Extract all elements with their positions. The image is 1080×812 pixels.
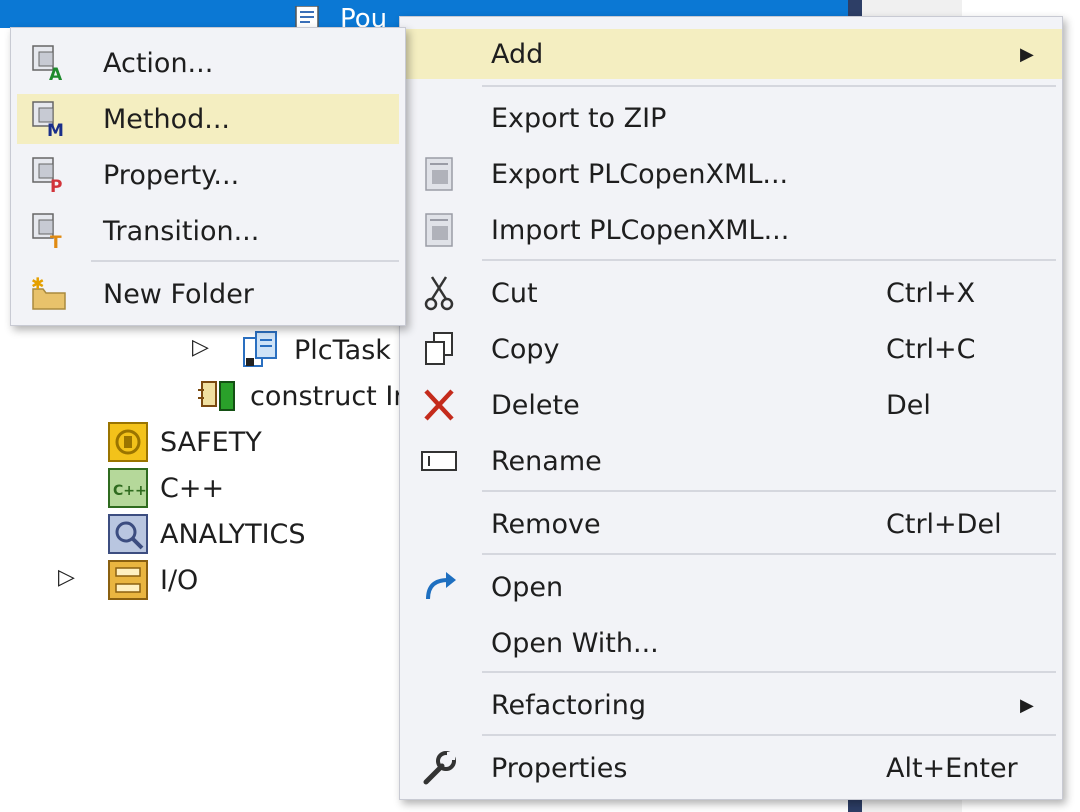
menu-item-cut[interactable]: Cut Ctrl+X [400,268,1062,318]
expand-arrow-icon[interactable]: ▷ [58,565,75,590]
tree-item-construct[interactable]: construct Ir [198,376,404,416]
transition-icon: T [32,213,62,250]
menu-item-label: Import PLCopenXML... [491,214,790,246]
shortcut-label: Ctrl+X [886,277,976,309]
menu-separator [482,490,1056,492]
submenu-item-label: Transition... [103,215,260,247]
menu-item-label: Export to ZIP [491,102,667,134]
menu-separator [482,259,1056,261]
svg-text:A: A [49,65,63,82]
task-icon [243,331,277,367]
menu-separator [482,671,1056,673]
submenu-item-new-folder[interactable]: ✱ New Folder [17,269,399,319]
delete-x-icon [424,389,454,421]
shortcut-label: Del [886,389,931,421]
menu-item-label: Delete [491,389,580,421]
svg-text:C++: C++ [113,483,147,499]
menu-item-export-plcopenxml[interactable]: Export PLCopenXML... [400,149,1062,199]
menu-item-label: Refactoring [491,689,647,721]
rename-icon [421,451,457,471]
tree-item-label: SAFETY [160,426,262,458]
tree-item-io[interactable]: I/O [108,560,198,600]
tree-item-label: I/O [160,564,199,596]
submenu-arrow-icon: ▶ [1020,694,1034,716]
io-icon [108,560,148,600]
submenu-item-property[interactable]: P Property... [17,150,399,200]
submenu-item-label: Property... [103,159,240,191]
menu-item-label: Open [491,571,564,603]
tree-item-analytics[interactable]: ANALYTICS [108,514,306,554]
add-submenu: A Action... M Method... P Property... T … [10,27,406,326]
open-arrow-icon [426,572,456,600]
import-xml-icon [425,213,453,247]
submenu-item-action[interactable]: A Action... [17,38,399,88]
submenu-item-transition[interactable]: T Transition... [17,206,399,256]
menu-item-label: Export PLCopenXML... [491,158,789,190]
tree-item-label: C++ [160,472,225,504]
menu-item-delete[interactable]: Delete Del [400,380,1062,430]
new-folder-icon: ✱ [31,275,66,310]
tree-item-label: construct Ir [250,380,405,412]
method-icon: M [32,101,64,138]
property-icon: P [32,157,62,194]
submenu-item-method[interactable]: M Method... [17,94,399,144]
menu-separator [482,734,1056,736]
export-xml-icon [425,157,453,191]
scissors-icon [424,276,454,311]
submenu-item-label: Action... [103,47,214,79]
tree-item-safety[interactable]: SAFETY [108,422,262,462]
menu-separator [482,553,1056,555]
tree-item-label: ANALYTICS [160,518,306,550]
file-icon [295,6,319,28]
menu-item-import-plcopenxml[interactable]: Import PLCopenXML... [400,205,1062,255]
copy-icon [425,332,453,365]
menu-item-label: Cut [491,277,538,309]
construct-icon [198,381,235,411]
menu-item-copy[interactable]: Copy Ctrl+C [400,324,1062,374]
submenu-arrow-icon: ▶ [1020,43,1034,65]
menu-separator [482,85,1056,87]
cpp-icon: C++ [108,468,148,508]
menu-item-label: Copy [491,333,560,365]
tree-item-label: PlcTask [294,334,391,366]
menu-item-properties[interactable]: Properties Alt+Enter [400,743,1062,793]
svg-text:P: P [50,177,62,194]
menu-item-export-zip[interactable]: Export to ZIP [400,93,1062,143]
analytics-icon [108,514,148,554]
expand-arrow-icon[interactable]: ▷ [192,335,209,360]
menu-item-label: Properties [491,752,628,784]
shortcut-label: Alt+Enter [886,752,1018,784]
shortcut-label: Ctrl+C [886,333,976,365]
submenu-item-label: New Folder [103,278,254,310]
tree-item-plctask[interactable]: PlcTask [242,330,391,370]
menu-item-open[interactable]: Open [400,562,1062,612]
svg-text:M: M [47,121,64,138]
menu-item-open-with[interactable]: Open With... [400,618,1062,668]
svg-text:T: T [50,233,62,250]
menu-item-add[interactable]: Add ▶ [400,29,1062,79]
menu-item-rename[interactable]: Rename [400,436,1062,486]
menu-item-refactoring[interactable]: Refactoring ▶ [400,680,1062,730]
svg-text:✱: ✱ [31,275,44,293]
safety-icon [108,422,148,462]
context-menu: Add ▶ Export to ZIP Export PLCopenXML...… [399,16,1063,800]
menu-item-label: Open With... [491,627,659,659]
tree-item-cpp[interactable]: C++ C++ [108,468,224,508]
submenu-item-label: Method... [103,103,231,135]
menu-item-label: Add [491,38,544,70]
menu-item-label: Remove [491,508,601,540]
wrench-icon [423,751,456,785]
menu-item-remove[interactable]: Remove Ctrl+Del [400,499,1062,549]
menu-separator [91,260,399,262]
action-icon: A [32,45,63,82]
shortcut-label: Ctrl+Del [886,508,1002,540]
menu-item-label: Rename [491,445,602,477]
